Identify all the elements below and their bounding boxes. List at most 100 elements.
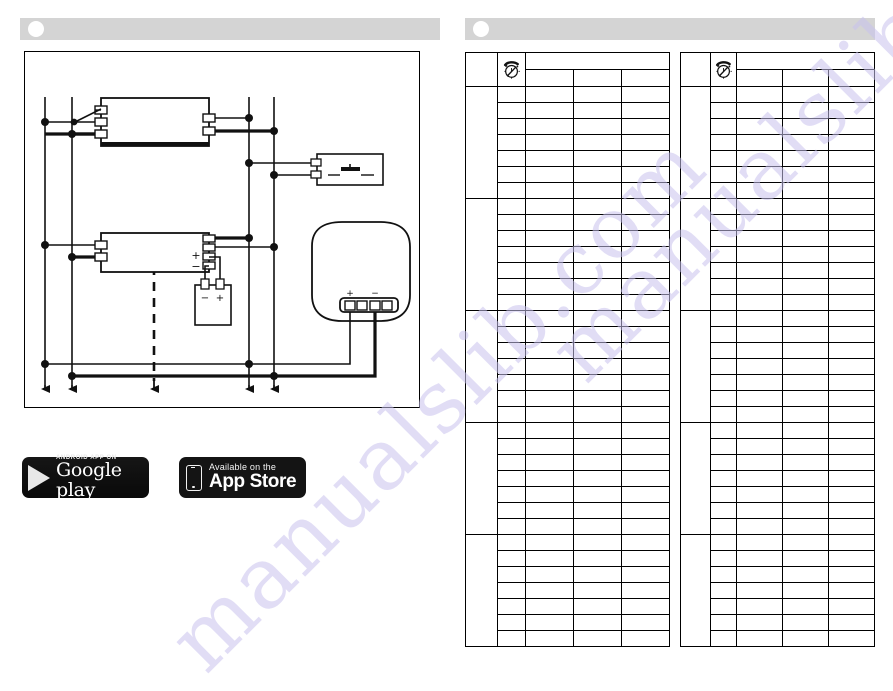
cell-a[interactable] <box>525 326 574 343</box>
cell-b[interactable] <box>573 566 622 583</box>
cell-b[interactable] <box>573 374 622 391</box>
cell-a[interactable] <box>736 486 783 503</box>
cell-c[interactable] <box>620 550 671 567</box>
table-row[interactable] <box>681 406 876 423</box>
cell-b[interactable] <box>573 438 622 455</box>
cell-a[interactable] <box>736 374 783 391</box>
cell-clock[interactable] <box>710 278 737 295</box>
cell-a[interactable] <box>736 86 783 103</box>
day-group-cell[interactable] <box>680 534 711 647</box>
cell-a[interactable] <box>736 518 783 535</box>
cell-c[interactable] <box>827 518 876 535</box>
cell-b[interactable] <box>573 486 622 503</box>
cell-clock[interactable] <box>710 518 737 535</box>
cell-a[interactable] <box>736 630 783 647</box>
table-row[interactable] <box>680 86 876 199</box>
cell-clock[interactable] <box>710 118 737 135</box>
cell-a[interactable] <box>525 118 574 135</box>
table-row[interactable] <box>681 326 876 343</box>
cell-c[interactable] <box>827 422 876 439</box>
table-row[interactable] <box>680 198 876 311</box>
cell-a[interactable] <box>525 150 574 167</box>
cell-clock[interactable] <box>710 614 737 631</box>
cell-c[interactable] <box>620 246 671 263</box>
day-group-cell[interactable] <box>465 310 498 423</box>
cell-b[interactable] <box>573 406 622 423</box>
cell-clock[interactable] <box>710 390 737 407</box>
cell-b[interactable] <box>782 438 829 455</box>
cell-c[interactable] <box>827 118 876 135</box>
table-row[interactable] <box>681 486 876 503</box>
cell-clock[interactable] <box>497 262 526 279</box>
day-group-cell[interactable] <box>465 422 498 535</box>
cell-clock[interactable] <box>710 166 737 183</box>
cell-c[interactable] <box>620 614 671 631</box>
cell-c[interactable] <box>827 294 876 311</box>
cell-clock[interactable] <box>710 422 737 439</box>
cell-a[interactable] <box>736 422 783 439</box>
cell-clock[interactable] <box>497 310 526 327</box>
cell-clock[interactable] <box>497 182 526 199</box>
cell-c[interactable] <box>620 358 671 375</box>
table-row[interactable] <box>680 310 876 423</box>
cell-b[interactable] <box>573 390 622 407</box>
table-row[interactable] <box>465 86 671 199</box>
cell-clock[interactable] <box>710 214 737 231</box>
cell-a[interactable] <box>736 454 783 471</box>
cell-c[interactable] <box>827 182 876 199</box>
cell-c[interactable] <box>620 198 671 215</box>
cell-c[interactable] <box>620 518 671 535</box>
cell-a[interactable] <box>736 246 783 263</box>
cell-a[interactable] <box>736 134 783 151</box>
cell-clock[interactable] <box>497 294 526 311</box>
table-row[interactable] <box>681 118 876 135</box>
cell-a[interactable] <box>736 566 783 583</box>
cell-clock[interactable] <box>497 534 526 551</box>
cell-c[interactable] <box>827 246 876 263</box>
table-row[interactable] <box>681 598 876 615</box>
day-group-cell[interactable] <box>680 310 711 423</box>
cell-clock[interactable] <box>710 502 737 519</box>
cell-clock[interactable] <box>497 134 526 151</box>
cell-b[interactable] <box>573 470 622 487</box>
cell-b[interactable] <box>782 230 829 247</box>
cell-a[interactable] <box>736 358 783 375</box>
cell-c[interactable] <box>827 278 876 295</box>
cell-a[interactable] <box>525 534 574 551</box>
cell-clock[interactable] <box>497 246 526 263</box>
cell-c[interactable] <box>620 262 671 279</box>
cell-clock[interactable] <box>497 342 526 359</box>
day-group-cell[interactable] <box>465 86 498 199</box>
table-row[interactable] <box>681 550 876 567</box>
day-group-cell[interactable] <box>680 422 711 535</box>
cell-a[interactable] <box>525 278 574 295</box>
cell-c[interactable] <box>827 614 876 631</box>
cell-a[interactable] <box>525 262 574 279</box>
cell-b[interactable] <box>573 310 622 327</box>
cell-c[interactable] <box>827 438 876 455</box>
cell-clock[interactable] <box>710 566 737 583</box>
cell-a[interactable] <box>736 294 783 311</box>
cell-c[interactable] <box>620 118 671 135</box>
cell-clock[interactable] <box>710 406 737 423</box>
table-row[interactable] <box>681 182 876 199</box>
cell-c[interactable] <box>827 550 876 567</box>
cell-a[interactable] <box>525 486 574 503</box>
table-row[interactable] <box>681 374 876 391</box>
cell-c[interactable] <box>620 86 671 103</box>
cell-clock[interactable] <box>710 294 737 311</box>
cell-a[interactable] <box>525 518 574 535</box>
cell-clock[interactable] <box>710 358 737 375</box>
table-row[interactable] <box>681 166 876 183</box>
cell-b[interactable] <box>573 86 622 103</box>
cell-clock[interactable] <box>497 566 526 583</box>
cell-clock[interactable] <box>710 102 737 119</box>
cell-b[interactable] <box>782 614 829 631</box>
cell-clock[interactable] <box>497 406 526 423</box>
table-row[interactable] <box>680 534 876 647</box>
cell-clock[interactable] <box>497 582 526 599</box>
cell-clock[interactable] <box>710 262 737 279</box>
schedule-table-right[interactable] <box>680 52 876 647</box>
cell-clock[interactable] <box>497 86 526 103</box>
cell-c[interactable] <box>827 102 876 119</box>
